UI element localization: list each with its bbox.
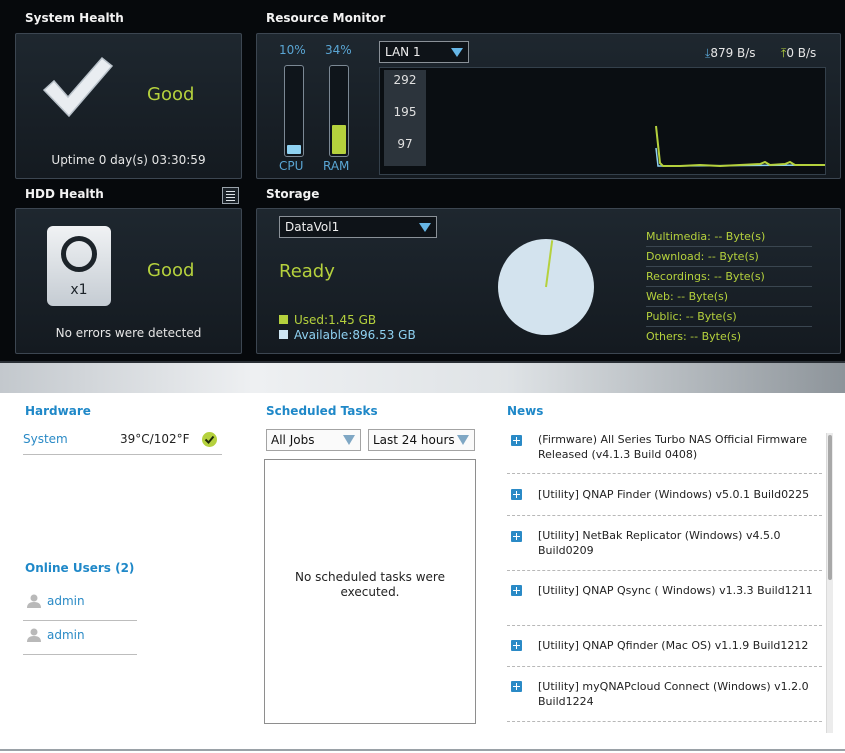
available-legend: Available:896.53 GB: [279, 328, 416, 342]
upload-rate: ⤒0 B/s: [781, 46, 816, 61]
network-traffic-graph: [655, 125, 826, 168]
interface-select-value: LAN 1: [385, 45, 421, 59]
no-tasks-message: No scheduled tasks were executed.: [295, 570, 445, 599]
user-icon: [27, 628, 41, 642]
temperature-value: 39°C/102°F: [120, 432, 190, 446]
job-filter-value: All Jobs: [271, 433, 315, 447]
news-item-text[interactable]: (Firmware) All Series Turbo NAS Official…: [538, 432, 820, 462]
cpu-gauge-fill: [287, 145, 301, 154]
system-health-status: Good: [147, 84, 195, 105]
dashboard-lower: Hardware System 39°C/102°F Online Users …: [0, 393, 845, 753]
system-label[interactable]: System: [23, 432, 68, 446]
scheduled-tasks-title: Scheduled Tasks: [266, 404, 378, 418]
resource-monitor-title: Resource Monitor: [266, 11, 386, 25]
news-item-text[interactable]: [Utility] NetBak Replicator (Windows) v4…: [538, 528, 820, 558]
news-divider: [507, 721, 822, 722]
category-web: Web: -- Byte(s): [646, 287, 812, 307]
user-icon: [27, 594, 41, 608]
page-bottom-border: [0, 749, 845, 751]
hdd-health-panel: x1 Good No errors were detected: [15, 208, 242, 354]
checkmark-icon: [42, 56, 114, 118]
volume-select[interactable]: DataVol1: [279, 216, 437, 238]
download-rate: ⤓879 B/s: [705, 46, 756, 61]
chevron-down-icon: [451, 48, 463, 57]
online-users-title: Online Users (2): [25, 561, 135, 575]
available-swatch: [279, 330, 288, 339]
hdd-disk-icon: x1: [47, 226, 111, 306]
category-recordings: Recordings: -- Byte(s): [646, 267, 812, 287]
cpu-gauge: [284, 65, 304, 157]
expand-icon[interactable]: [511, 681, 522, 692]
news-item-text[interactable]: [Utility] QNAP Qsync ( Windows) v1.3.3 B…: [538, 583, 820, 598]
used-text: Used:1.45 GB: [294, 313, 377, 327]
used-swatch: [279, 315, 288, 324]
volume-select-value: DataVol1: [285, 220, 340, 234]
hdd-health-status: Good: [147, 260, 195, 281]
hdd-message: No errors were detected: [55, 326, 202, 340]
uptime-text: Uptime 0 day(s) 03:30:59: [51, 153, 206, 167]
expand-icon[interactable]: [511, 640, 522, 651]
dashboard-top: System Health Good Uptime 0 day(s) 03:30…: [0, 0, 845, 363]
time-filter-value: Last 24 hours: [373, 433, 455, 447]
expand-icon[interactable]: [511, 585, 522, 596]
ok-check-icon: [202, 432, 217, 447]
user-divider: [23, 654, 137, 655]
used-legend: Used:1.45 GB: [279, 313, 376, 327]
news-item-text[interactable]: [Utility] myQNAPcloud Connect (Windows) …: [538, 679, 820, 709]
news-title: News: [507, 404, 544, 418]
download-series-line: [655, 147, 826, 167]
time-filter-select[interactable]: Last 24 hours: [368, 429, 475, 451]
chevron-down-icon: [457, 435, 469, 445]
expand-icon[interactable]: [511, 489, 522, 500]
storage-status: Ready: [279, 261, 335, 282]
hardware-title: Hardware: [25, 404, 91, 418]
section-divider: [0, 363, 845, 393]
category-multimedia: Multimedia: -- Byte(s): [646, 227, 812, 247]
ram-gauge-fill: [332, 125, 346, 154]
download-rate-value: 879 B/s: [710, 46, 756, 60]
system-health-panel: Good Uptime 0 day(s) 03:30:59: [15, 33, 242, 179]
hdd-count: x1: [70, 282, 88, 298]
expand-icon[interactable]: [511, 435, 522, 446]
online-user-name[interactable]: admin: [47, 628, 85, 642]
news-item-text[interactable]: [Utility] QNAP Qfinder (Mac OS) v1.1.9 B…: [538, 638, 820, 653]
network-chart: 292 195 97: [379, 67, 826, 175]
upload-series-line: [655, 125, 825, 168]
list-view-icon[interactable]: [222, 187, 239, 204]
news-scrollbar[interactable]: [826, 433, 833, 733]
interface-select[interactable]: LAN 1: [379, 41, 469, 63]
resource-monitor-panel: 10% 34% CPU RAM LAN 1 ⤓879 B/s ⤒0 B/s 29…: [256, 33, 841, 179]
ram-label: RAM: [323, 159, 350, 173]
qnap-dashboard: System Health Good Uptime 0 day(s) 03:30…: [0, 0, 845, 753]
available-text: Available:896.53 GB: [294, 328, 416, 342]
job-filter-select[interactable]: All Jobs: [266, 429, 361, 451]
ram-gauge: [329, 65, 349, 157]
news-divider: [507, 625, 822, 626]
news-divider: [507, 570, 822, 571]
category-others: Others: -- Byte(s): [646, 330, 742, 343]
storage-pie-chart: [498, 239, 594, 335]
news-scrollbar-thumb[interactable]: [828, 435, 832, 580]
category-public: Public: -- Byte(s): [646, 307, 812, 327]
storage-title: Storage: [266, 187, 320, 201]
user-divider: [23, 620, 137, 621]
cpu-percent: 10%: [279, 43, 306, 57]
ram-percent: 34%: [325, 43, 352, 57]
cpu-label: CPU: [279, 159, 304, 173]
news-divider: [507, 515, 822, 516]
chevron-down-icon: [343, 435, 355, 445]
news-divider: [507, 666, 822, 667]
news-item-text[interactable]: [Utility] QNAP Finder (Windows) v5.0.1 B…: [538, 487, 820, 502]
hardware-divider: [23, 454, 222, 455]
expand-icon[interactable]: [511, 531, 522, 542]
upload-rate-value: 0 B/s: [786, 46, 817, 60]
news-divider: [507, 473, 822, 474]
chevron-down-icon: [419, 223, 431, 232]
hdd-health-title: HDD Health: [25, 187, 104, 201]
category-download: Download: -- Byte(s): [646, 247, 812, 267]
scheduled-tasks-list: No scheduled tasks were executed.: [264, 459, 476, 724]
system-health-title: System Health: [25, 11, 124, 25]
online-user-name[interactable]: admin: [47, 594, 85, 608]
